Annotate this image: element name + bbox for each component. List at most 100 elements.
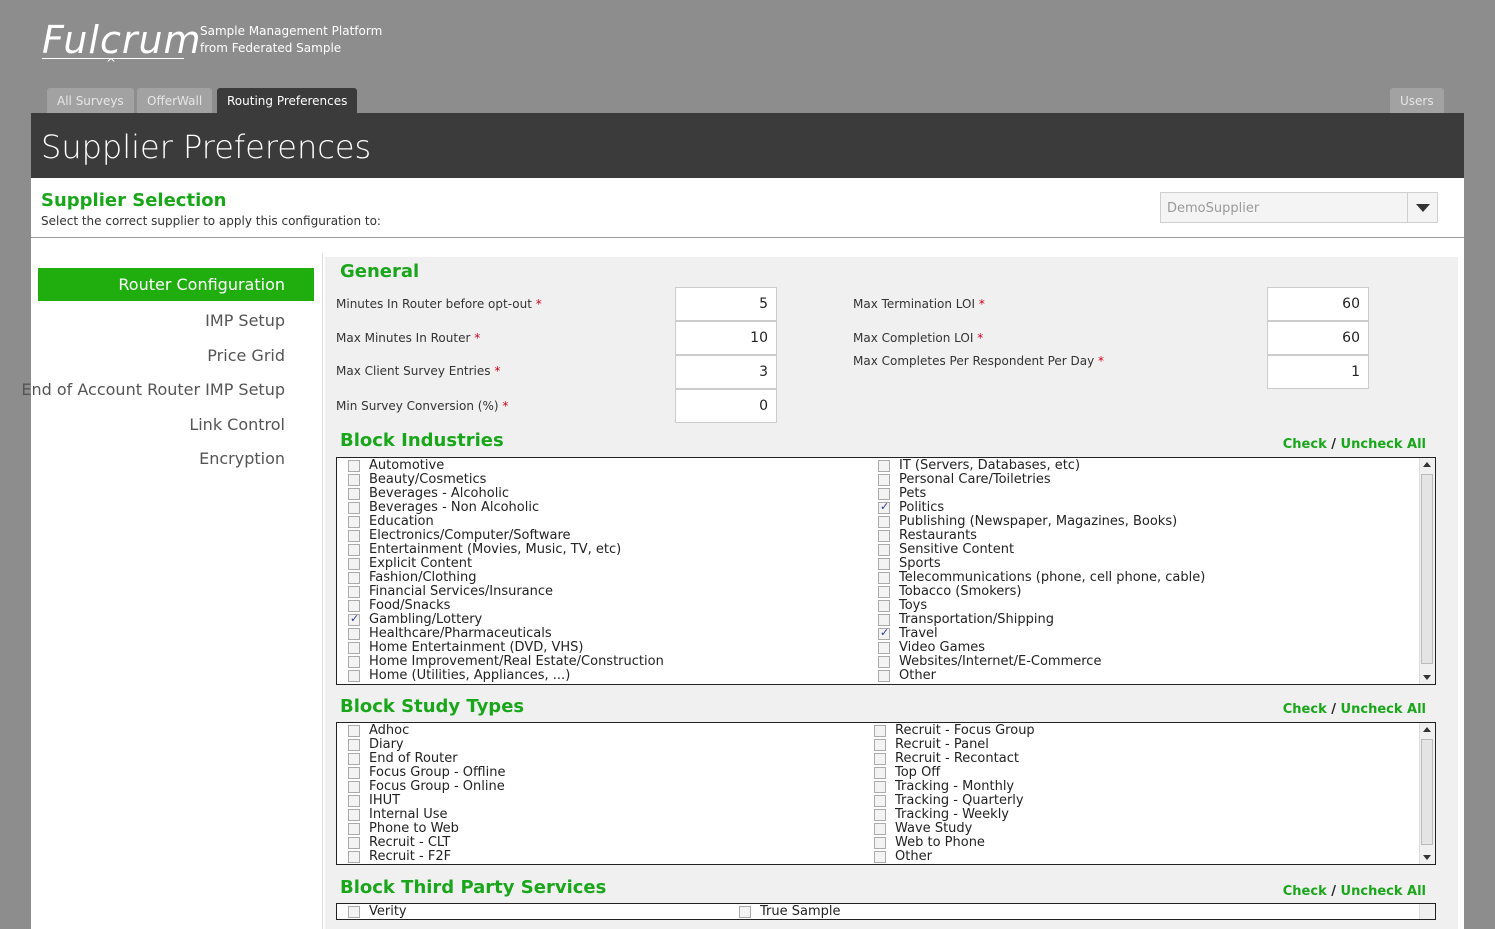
- checkbox-row[interactable]: Explicit Content: [348, 557, 472, 571]
- tab-routing-preferences[interactable]: Routing Preferences: [217, 88, 358, 113]
- max-completion-loi-input[interactable]: 60: [1267, 321, 1369, 355]
- tab-users[interactable]: Users: [1390, 88, 1444, 113]
- checkbox[interactable]: [348, 642, 360, 654]
- checkbox-row[interactable]: Recruit - Recontact: [874, 752, 1019, 766]
- checkbox[interactable]: [348, 795, 360, 807]
- checkbox-row[interactable]: Fashion/Clothing: [348, 571, 477, 585]
- checkbox[interactable]: [348, 530, 360, 542]
- checkbox-row[interactable]: Other: [874, 850, 932, 864]
- checkbox-row[interactable]: Diary: [348, 738, 404, 752]
- checkbox[interactable]: [348, 670, 360, 682]
- checkbox[interactable]: [348, 837, 360, 849]
- checkbox[interactable]: [348, 753, 360, 765]
- max-completes-per-day-input[interactable]: 1: [1267, 355, 1369, 389]
- checkbox-row[interactable]: Beverages - Non Alcoholic: [348, 501, 539, 515]
- checkbox[interactable]: [874, 725, 886, 737]
- checkbox[interactable]: [878, 642, 890, 654]
- checkbox[interactable]: [348, 612, 360, 626]
- sidebar-item-router-configuration[interactable]: Router Configuration: [38, 268, 314, 301]
- min-survey-conversion-input[interactable]: 0: [675, 389, 777, 423]
- checkbox-row[interactable]: Phone to Web: [348, 822, 459, 836]
- checkbox-row[interactable]: Tracking - Quarterly: [874, 794, 1024, 808]
- checkbox[interactable]: [348, 572, 360, 584]
- checkbox-row[interactable]: Restaurants: [878, 529, 977, 543]
- checkbox[interactable]: [878, 656, 890, 668]
- checkbox-row[interactable]: Recruit - F2F: [348, 850, 451, 864]
- tab-offerwall[interactable]: OfferWall: [137, 88, 213, 113]
- checkbox[interactable]: [348, 502, 360, 514]
- checkbox-row[interactable]: Video Games: [878, 641, 985, 655]
- checkbox[interactable]: [348, 851, 360, 863]
- checkbox[interactable]: [878, 572, 890, 584]
- checkbox[interactable]: [874, 781, 886, 793]
- study-types-check-all-link[interactable]: Check: [1283, 702, 1327, 717]
- checkbox[interactable]: [874, 767, 886, 779]
- checkbox[interactable]: [348, 781, 360, 793]
- checkbox-row[interactable]: Beverages - Alcoholic: [348, 487, 509, 501]
- checkbox[interactable]: [874, 851, 886, 863]
- sidebar-item-end-of-account-router[interactable]: End of Account Router IMP Setup: [21, 380, 285, 399]
- checkbox-row[interactable]: Electronics/Computer/Software: [348, 529, 571, 543]
- checkbox[interactable]: [348, 474, 360, 486]
- study-types-scrollbar[interactable]: [1419, 723, 1435, 864]
- checkbox[interactable]: [874, 809, 886, 821]
- max-minutes-in-router-input[interactable]: 10: [675, 321, 777, 355]
- checkbox[interactable]: [878, 626, 890, 640]
- checkbox[interactable]: [348, 516, 360, 528]
- third-party-scrollbar[interactable]: [1419, 904, 1435, 919]
- checkbox-row[interactable]: Sports: [878, 557, 941, 571]
- checkbox[interactable]: [878, 670, 890, 682]
- checkbox-row[interactable]: Sensitive Content: [878, 543, 1014, 557]
- checkbox-row[interactable]: Tracking - Weekly: [874, 808, 1009, 822]
- sidebar-item-link-control[interactable]: Link Control: [189, 415, 285, 434]
- industries-list[interactable]: Automotive Beauty/Cosmetics Beverages - Al…: [336, 457, 1436, 685]
- checkbox-row[interactable]: Toys: [878, 599, 927, 613]
- checkbox[interactable]: [348, 460, 360, 472]
- checkbox-row[interactable]: Healthcare/Pharmaceuticals: [348, 627, 552, 641]
- max-termination-loi-input[interactable]: 60: [1267, 287, 1369, 321]
- checkbox-row[interactable]: Personal Care/Toiletries: [878, 473, 1051, 487]
- third-party-check-all-link[interactable]: Check: [1283, 884, 1327, 899]
- checkbox[interactable]: [878, 614, 890, 626]
- checkbox-row[interactable]: IT (Servers, Databases, etc): [878, 459, 1080, 473]
- study-types-list[interactable]: Adhoc Diary End of Router Focus Group - Off…: [336, 722, 1436, 865]
- checkbox[interactable]: [348, 809, 360, 821]
- checkbox-row[interactable]: Automotive: [348, 459, 444, 473]
- checkbox-row[interactable]: Home Entertainment (DVD, VHS): [348, 641, 583, 655]
- checkbox[interactable]: [348, 586, 360, 598]
- checkbox[interactable]: [348, 628, 360, 640]
- checkbox[interactable]: [878, 544, 890, 556]
- checkbox[interactable]: [348, 544, 360, 556]
- industries-check-all-link[interactable]: Check: [1283, 437, 1327, 452]
- checkbox[interactable]: [878, 558, 890, 570]
- checkbox-row[interactable]: Wave Study: [874, 822, 972, 836]
- supplier-select[interactable]: DemoSupplier: [1160, 192, 1438, 223]
- checkbox-row[interactable]: Food/Snacks: [348, 599, 450, 613]
- checkbox[interactable]: [874, 837, 886, 849]
- checkbox-row[interactable]: Entertainment (Movies, Music, TV, etc): [348, 543, 621, 557]
- checkbox-row[interactable]: End of Router: [348, 752, 458, 766]
- study-types-uncheck-all-link[interactable]: Uncheck All: [1341, 702, 1426, 717]
- checkbox[interactable]: [348, 739, 360, 751]
- minutes-in-router-input[interactable]: 5: [675, 287, 777, 321]
- checkbox-row[interactable]: Financial Services/Insurance: [348, 585, 553, 599]
- chevron-down-icon[interactable]: [1407, 193, 1437, 222]
- checkbox-row[interactable]: Web to Phone: [874, 836, 985, 850]
- checkbox[interactable]: [874, 753, 886, 765]
- checkbox[interactable]: [348, 600, 360, 612]
- checkbox-row[interactable]: Tracking - Monthly: [874, 780, 1014, 794]
- checkbox-row[interactable]: Home (Utilities, Appliances, ...): [348, 669, 570, 683]
- checkbox[interactable]: [348, 656, 360, 668]
- industries-scrollbar[interactable]: [1419, 458, 1435, 684]
- checkbox[interactable]: [878, 586, 890, 598]
- checkbox-row[interactable]: Verity: [348, 905, 407, 919]
- checkbox[interactable]: [348, 725, 360, 737]
- checkbox-row[interactable]: Home Improvement/Real Estate/Constructio…: [348, 655, 664, 669]
- checkbox[interactable]: [874, 823, 886, 835]
- checkbox-row[interactable]: Publishing (Newspaper, Magazines, Books): [878, 515, 1177, 529]
- sidebar-item-price-grid[interactable]: Price Grid: [207, 346, 285, 365]
- checkbox[interactable]: [878, 600, 890, 612]
- checkbox[interactable]: [878, 516, 890, 528]
- checkbox[interactable]: [874, 739, 886, 751]
- checkbox[interactable]: [348, 823, 360, 835]
